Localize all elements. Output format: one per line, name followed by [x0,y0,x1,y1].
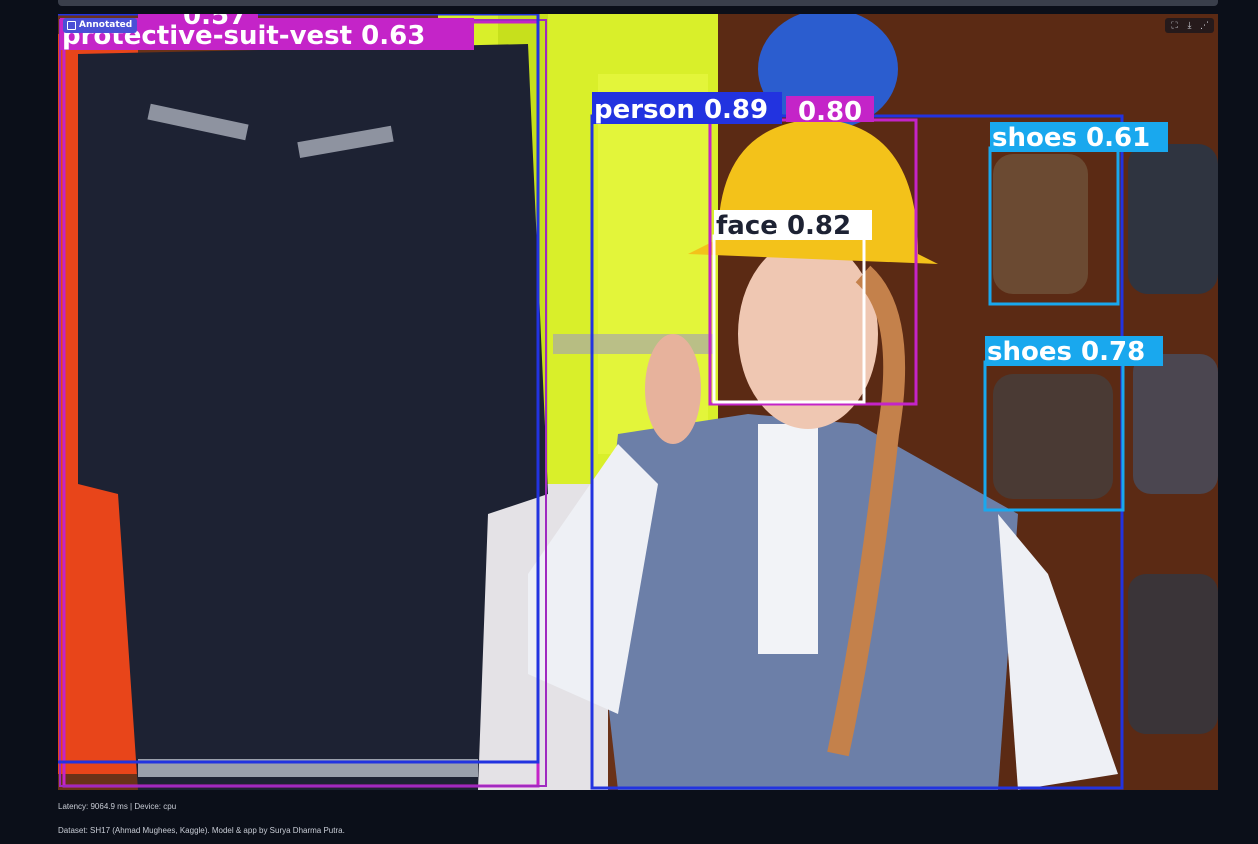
image-icon [67,21,76,30]
annotated-image-panel[interactable]: 0.57 protective-suit-vest 0.63 person 0.… [58,14,1218,790]
shoes-bottom-label: shoes 0.78 [987,337,1145,367]
shoes-top-label: shoes 0.61 [992,123,1150,153]
person-label: person 0.89 [594,95,768,125]
top-scroll-strip [58,0,1218,6]
image-toolbar: ⛶ ⤓ ⋰ [1165,18,1214,33]
share-icon[interactable]: ⋰ [1198,20,1211,31]
annotated-badge: Annotated [63,18,138,33]
fullscreen-icon[interactable]: ⛶ [1168,20,1181,31]
credits-text: Dataset: SH17 (Ahmad Mughees, Kaggle). M… [58,826,345,835]
face-label: face 0.82 [716,211,851,241]
annotated-badge-label: Annotated [79,20,133,30]
annotated-photo: 0.57 protective-suit-vest 0.63 person 0.… [58,14,1218,790]
download-icon[interactable]: ⤓ [1183,20,1196,31]
helmet-label: 0.80 [798,97,862,127]
latency-text: Latency: 9064.9 ms | Device: cpu [58,802,177,811]
